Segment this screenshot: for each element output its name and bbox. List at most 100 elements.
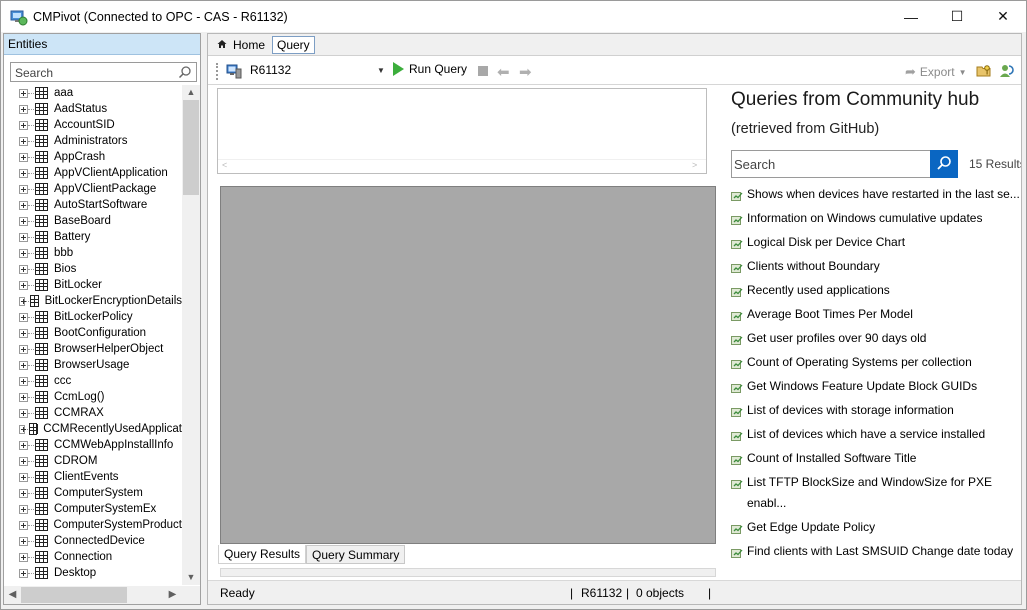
hub-query-item[interactable]: Get Edge Update Policy [731,517,1021,538]
tree-item[interactable]: AppCrash [4,149,182,165]
tree-item[interactable]: Battery [4,229,182,245]
scrollbar-thumb[interactable] [21,587,127,603]
hub-query-item[interactable]: Logical Disk per Device Chart [731,232,1021,253]
expand-plus-icon[interactable] [19,200,28,210]
hub-query-item[interactable]: Count of Installed Software Title [731,448,1021,469]
expand-plus-icon[interactable] [19,104,28,114]
tree-item[interactable]: AccountSID [4,117,182,133]
maximize-button[interactable]: ☐ [934,1,980,32]
hub-query-item[interactable]: Clients without Boundary [731,256,1021,277]
back-arrow-icon[interactable]: ⬅ [497,63,510,81]
tree-item[interactable]: ComputerSystemProduct [4,517,182,533]
expand-plus-icon[interactable] [19,136,28,146]
tree-item[interactable]: BaseBoard [4,213,182,229]
tree-item[interactable]: ConnectedDevice [4,533,182,549]
expand-plus-icon[interactable] [19,440,28,450]
tree-item[interactable]: Administrators [4,133,182,149]
hub-search-input[interactable]: Search [731,150,958,178]
tab-query-results[interactable]: Query Results [218,545,307,564]
scroll-left-arrow-icon[interactable]: < [222,160,227,170]
stop-icon[interactable] [478,66,488,76]
expand-plus-icon[interactable] [19,520,28,530]
tree-item[interactable]: aaa [4,85,182,101]
expand-plus-icon[interactable] [19,456,28,466]
tree-item[interactable]: BrowserHelperObject [4,341,182,357]
expand-plus-icon[interactable] [19,488,28,498]
hub-query-item[interactable]: Count of Operating Systems per collectio… [731,352,1021,373]
hub-query-item[interactable]: Get user profiles over 90 days old [731,328,1021,349]
hub-query-item[interactable]: Recently used applications [731,280,1021,301]
tree-item[interactable]: CcmLog() [4,389,182,405]
close-button[interactable]: ✕ [980,1,1026,32]
expand-plus-icon[interactable] [19,552,28,562]
expand-plus-icon[interactable] [19,536,28,546]
tree-item[interactable]: Bios [4,261,182,277]
hub-query-item[interactable]: Information on Windows cumulative update… [731,208,1021,229]
refresh-users-icon[interactable] [999,63,1015,79]
hub-query-item[interactable]: Average Boot Times Per Model [731,304,1021,325]
entities-vertical-scrollbar[interactable]: ▲ ▼ [182,85,200,585]
tree-item[interactable]: ClientEvents [4,469,182,485]
forward-arrow-icon[interactable]: ➡ [519,63,532,81]
hub-search-button[interactable] [930,150,958,178]
scroll-down-arrow-icon[interactable]: ▼ [182,570,200,585]
tree-item[interactable]: AppVClientApplication [4,165,182,181]
tree-item[interactable]: CCMRecentlyUsedApplicat [4,421,182,437]
tab-home[interactable]: Home [217,38,265,52]
hub-query-item[interactable]: List of devices which have a service ins… [731,424,1021,445]
tree-item[interactable]: CDROM [4,453,182,469]
query-editor[interactable]: < > [217,88,707,174]
expand-plus-icon[interactable] [19,312,28,322]
run-query-button[interactable]: Run Query [393,62,467,76]
expand-plus-icon[interactable] [19,216,28,226]
expand-plus-icon[interactable] [19,472,28,482]
expand-plus-icon[interactable] [19,280,28,290]
expand-plus-icon[interactable] [19,152,28,162]
tree-item[interactable]: CCMWebAppInstallInfo [4,437,182,453]
expand-plus-icon[interactable] [19,424,26,434]
expand-plus-icon[interactable] [19,88,28,98]
tree-item[interactable]: BitLockerPolicy [4,309,182,325]
expand-plus-icon[interactable] [19,504,28,514]
tree-item[interactable]: BitLockerEncryptionDetails [4,293,182,309]
chevron-down-icon[interactable]: ▼ [377,66,385,75]
tree-item[interactable]: BitLocker [4,277,182,293]
tree-item[interactable]: Connection [4,549,182,565]
expand-plus-icon[interactable] [19,392,28,402]
minimize-button[interactable]: — [888,1,934,32]
tree-item[interactable]: ComputerSystem [4,485,182,501]
expand-plus-icon[interactable] [19,568,28,578]
tree-item[interactable]: ccc [4,373,182,389]
expand-plus-icon[interactable] [19,168,28,178]
tab-query-summary[interactable]: Query Summary [306,545,406,564]
tree-item[interactable]: BrowserUsage [4,357,182,373]
tree-item[interactable]: AppVClientPackage [4,181,182,197]
expand-plus-icon[interactable] [19,264,28,274]
device-selector[interactable]: R61132 [250,63,291,77]
expand-plus-icon[interactable] [19,120,28,130]
search-icon[interactable] [178,65,192,79]
scroll-left-arrow-icon[interactable]: ◀ [4,586,21,604]
hub-query-item[interactable]: Find clients with Last SMSUID Change dat… [731,541,1021,562]
expand-plus-icon[interactable] [19,376,28,386]
expand-plus-icon[interactable] [19,184,28,194]
expand-plus-icon[interactable] [19,248,28,258]
hub-query-item[interactable]: Get Windows Feature Update Block GUIDs [731,376,1021,397]
hub-query-item[interactable]: List of devices with storage information [731,400,1021,421]
folder-key-icon[interactable] [976,63,992,79]
expand-plus-icon[interactable] [19,328,28,338]
entities-search-input[interactable]: Search [10,62,197,82]
expand-plus-icon[interactable] [19,296,27,306]
tab-query[interactable]: Query [272,36,315,54]
tree-item[interactable]: AutoStartSoftware [4,197,182,213]
tree-item[interactable]: bbb [4,245,182,261]
expand-plus-icon[interactable] [19,408,28,418]
expand-plus-icon[interactable] [19,232,28,242]
entities-horizontal-scrollbar[interactable]: ◀ ▶ [4,586,200,604]
hub-query-item[interactable]: List TFTP BlockSize and WindowSize for P… [731,472,1021,514]
expand-plus-icon[interactable] [19,360,28,370]
tree-item[interactable]: Desktop [4,565,182,581]
tree-item[interactable]: CCMRAX [4,405,182,421]
editor-horizontal-scrollbar[interactable]: < > [218,159,706,173]
tree-item[interactable]: BootConfiguration [4,325,182,341]
